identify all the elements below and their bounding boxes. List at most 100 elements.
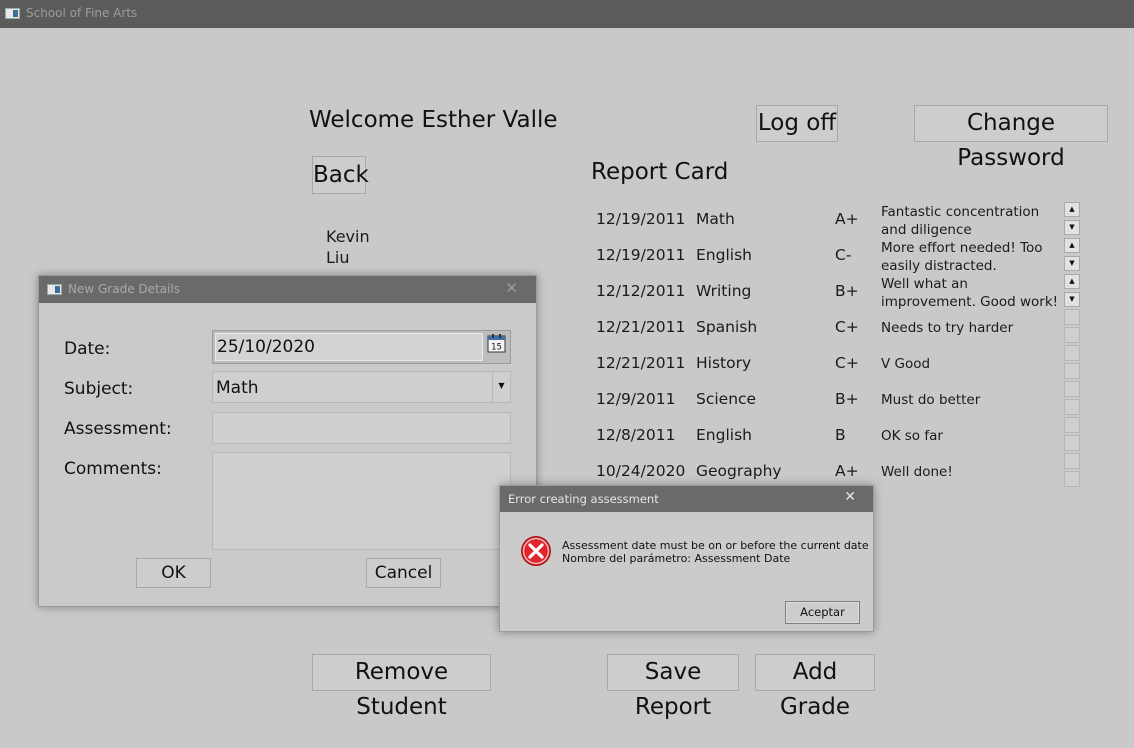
error-dialog-titlebar: Error creating assessment ✕ xyxy=(500,486,873,512)
table-row[interactable]: 12/21/2011 History C+ V Good xyxy=(591,345,1081,381)
row-scroll-slot[interactable] xyxy=(1064,435,1080,451)
ok-button[interactable]: OK xyxy=(136,558,211,588)
back-button[interactable]: Back xyxy=(312,156,369,194)
student-last-name: Liu xyxy=(326,248,350,267)
row-scroll-slot[interactable] xyxy=(1064,345,1080,361)
row-date: 12/21/2011 xyxy=(596,318,686,336)
row-scroll-controls: ▲ ▼ ▲ ▼ ▲ ▼ xyxy=(1064,201,1080,489)
row-scroll-slot[interactable] xyxy=(1064,471,1080,487)
table-row[interactable]: 12/8/2011 English B OK so far xyxy=(591,417,1081,453)
row-scroll-slot[interactable] xyxy=(1064,363,1080,379)
add-grade-button[interactable]: Add Grade xyxy=(755,654,875,720)
spin-up-button[interactable]: ▲ xyxy=(1064,202,1080,217)
row-grade: C+ xyxy=(835,318,859,336)
row-date: 12/21/2011 xyxy=(596,354,686,372)
log-off-button[interactable]: Log off xyxy=(756,105,838,142)
error-message-line2: Nombre del parámetro: Assessment Date xyxy=(562,552,791,565)
row-grade: C+ xyxy=(835,354,859,372)
row-comment: Needs to try harder xyxy=(881,320,1014,336)
row-spinner: ▲ ▼ xyxy=(1064,237,1080,273)
dialog-titlebar: New Grade Details ✕ xyxy=(39,276,536,303)
date-input[interactable]: 25/10/2020 xyxy=(215,333,483,361)
row-comment: More effort needed! Too easily distracte… xyxy=(881,240,1043,274)
student-first-name: Kevin xyxy=(326,227,370,246)
row-date: 10/24/2020 xyxy=(596,462,686,480)
table-row[interactable]: 12/19/2011 English C- More effort needed… xyxy=(591,237,1081,274)
accept-button[interactable]: Aceptar xyxy=(785,601,860,624)
row-comment: Well what an improvement. Good work! xyxy=(881,276,1059,310)
calendar-day: 15 xyxy=(491,343,502,353)
row-date: 12/19/2011 xyxy=(596,210,686,228)
calendar-icon[interactable]: 15 xyxy=(487,334,506,353)
row-subject: Writing xyxy=(696,282,752,300)
subject-select[interactable]: Math ▼ xyxy=(212,371,511,403)
row-comment: V Good xyxy=(881,356,931,372)
report-card-title: Report Card xyxy=(591,159,729,185)
row-subject: Spanish xyxy=(696,318,758,336)
new-grade-dialog: New Grade Details ✕ Date: 25/10/2020 15 … xyxy=(38,275,537,607)
date-value: 25/10/2020 xyxy=(217,337,315,357)
change-password-button[interactable]: Change Password xyxy=(914,105,1108,171)
subject-value: Math xyxy=(216,378,259,398)
window-titlebar: School of Fine Arts xyxy=(0,0,1134,28)
comments-textarea[interactable] xyxy=(212,452,511,550)
row-scroll-slot[interactable] xyxy=(1064,327,1080,343)
table-row[interactable]: 12/9/2011 Science B+ Must do better xyxy=(591,381,1081,417)
row-subject: English xyxy=(696,246,752,264)
row-subject: History xyxy=(696,354,752,372)
row-grade: B+ xyxy=(835,282,859,300)
error-dialog-title: Error creating assessment xyxy=(508,492,659,506)
table-row[interactable]: 12/12/2011 Writing B+ Well what an impro… xyxy=(591,273,1081,310)
row-grade: A+ xyxy=(835,462,859,480)
row-subject: Geography xyxy=(696,462,782,480)
date-label: Date: xyxy=(64,339,111,359)
comments-label: Comments: xyxy=(64,459,162,479)
row-grade: B+ xyxy=(835,390,859,408)
spin-up-button[interactable]: ▲ xyxy=(1064,238,1080,253)
table-row[interactable]: 10/24/2020 Geography A+ Well done! xyxy=(591,453,1081,489)
close-icon[interactable]: ✕ xyxy=(844,489,856,505)
error-dialog: Error creating assessment ✕ Assessment d… xyxy=(499,485,874,632)
spin-down-button[interactable]: ▼ xyxy=(1064,292,1080,307)
row-grade: A+ xyxy=(835,210,859,228)
row-subject: Science xyxy=(696,390,757,408)
subject-label: Subject: xyxy=(64,379,134,399)
error-message-line1: Assessment date must be on or before the… xyxy=(562,539,869,552)
row-scroll-slot[interactable] xyxy=(1064,453,1080,469)
remove-student-button[interactable]: Remove Student xyxy=(312,654,491,720)
row-scroll-slot[interactable] xyxy=(1064,309,1080,325)
spin-up-button[interactable]: ▲ xyxy=(1064,274,1080,289)
error-icon xyxy=(520,535,552,567)
cancel-button[interactable]: Cancel xyxy=(366,558,441,588)
row-date: 12/12/2011 xyxy=(596,282,686,300)
row-subject: English xyxy=(696,426,752,444)
assessment-label: Assessment: xyxy=(64,419,172,439)
table-row[interactable]: 12/21/2011 Spanish C+ Needs to try harde… xyxy=(591,309,1081,345)
chevron-down-icon[interactable]: ▼ xyxy=(492,372,510,402)
date-picker: 25/10/2020 15 xyxy=(212,330,511,364)
row-spinner: ▲ ▼ xyxy=(1064,201,1080,237)
table-row[interactable]: 12/19/2011 Math A+ Fantastic concentrati… xyxy=(591,201,1081,238)
row-grade: C- xyxy=(835,246,852,264)
row-date: 12/8/2011 xyxy=(596,426,676,444)
window-title: School of Fine Arts xyxy=(26,6,138,20)
dialog-title: New Grade Details xyxy=(68,282,180,296)
row-subject: Math xyxy=(696,210,735,228)
row-comment: Must do better xyxy=(881,392,981,408)
close-icon[interactable]: ✕ xyxy=(505,279,518,297)
row-comment: Fantastic concentration and diligence xyxy=(881,204,1040,238)
row-scroll-slot[interactable] xyxy=(1064,381,1080,397)
row-date: 12/19/2011 xyxy=(596,246,686,264)
row-grade: B xyxy=(835,426,846,444)
app-icon xyxy=(47,284,62,295)
assessment-input[interactable] xyxy=(212,412,511,444)
row-comment: OK so far xyxy=(881,428,943,444)
row-scroll-slot[interactable] xyxy=(1064,417,1080,433)
save-report-button[interactable]: Save Report xyxy=(607,654,739,720)
spin-down-button[interactable]: ▼ xyxy=(1064,256,1080,271)
row-comment: Well done! xyxy=(881,464,953,480)
app-icon xyxy=(5,8,20,19)
spin-down-button[interactable]: ▼ xyxy=(1064,220,1080,235)
row-date: 12/9/2011 xyxy=(596,390,676,408)
row-scroll-slot[interactable] xyxy=(1064,399,1080,415)
